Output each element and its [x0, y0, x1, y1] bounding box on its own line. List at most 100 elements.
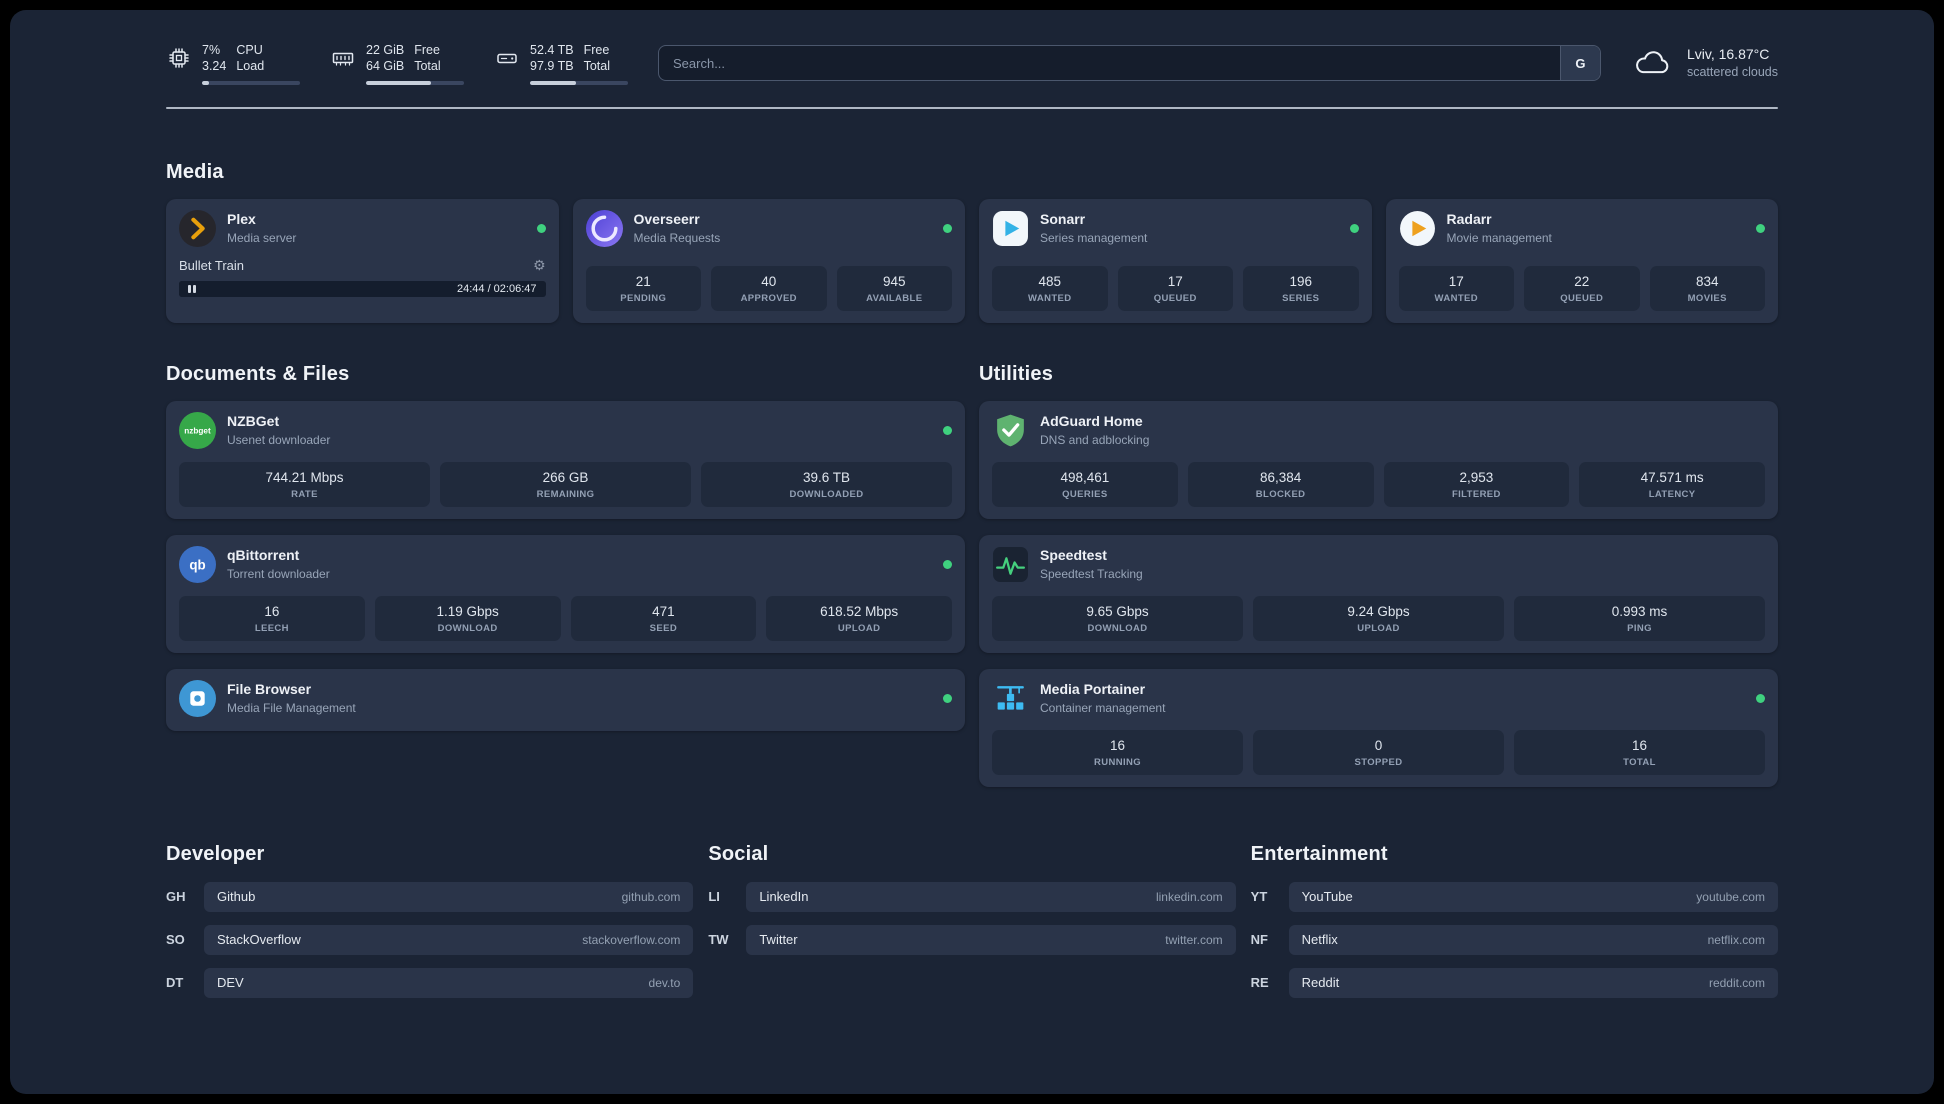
bookmark-link[interactable]: Github github.com [204, 881, 694, 912]
section-title-entertainment: Entertainment [1250, 842, 1388, 865]
stat-value: 39.6 TB [802, 469, 851, 485]
portainer-icon [992, 680, 1029, 717]
bookmark-link[interactable]: Netflix netflix.com [1288, 924, 1778, 955]
bookmark-url: linkedin.com [1155, 889, 1223, 904]
service-subtitle: Speedtest Tracking [1040, 566, 1143, 581]
card-header: File Browser Media File Management [179, 679, 952, 717]
stat-label: MOVIES [1687, 292, 1727, 304]
service-card-speedtest[interactable]: Speedtest Speedtest Tracking 9.65 Gbps D… [979, 534, 1778, 653]
radarr-icon [1399, 210, 1436, 247]
section-documents: Documents & Files nzbget NZBGet Usenet d… [166, 363, 965, 787]
plex-player: 24:44 / 02:06:47 [179, 280, 546, 297]
card-titles: Plex Media server [227, 211, 296, 245]
dashboard: 7% 3.24 CPU Load 22 GiB 64 GiB Free Tota… [10, 10, 1934, 1094]
stat-downloaded: 39.6 TB DOWNLOADED [701, 461, 952, 507]
service-card-adguard[interactable]: AdGuard Home DNS and adblocking 498,461 … [979, 400, 1778, 519]
bookmark-link[interactable]: DEV dev.to [204, 967, 694, 998]
service-name: Media Portainer [1040, 680, 1146, 697]
service-subtitle: Container management [1040, 700, 1166, 715]
stat-value: 86,384 [1259, 469, 1302, 485]
bookmark-url: netflix.com [1707, 932, 1765, 947]
bookmark-link[interactable]: StackOverflow stackoverflow.com [204, 924, 694, 955]
bookmark-url: stackoverflow.com [582, 932, 681, 947]
disk-label-bottom: Total [583, 59, 610, 74]
stat-running: 16 RUNNING [992, 729, 1243, 775]
service-card-radarr[interactable]: Radarr Movie management 17 WANTED 22 QUE… [1385, 198, 1778, 323]
service-card-plex[interactable]: Plex Media server Bullet Train ⚙ 24:44 /… [166, 198, 559, 323]
bookmark-link[interactable]: LinkedIn linkedin.com [746, 881, 1236, 912]
bookmark-abbr: NF [1250, 932, 1268, 947]
status-dot [943, 693, 952, 703]
overseerr-stats: 21 PENDING 40 APPROVED 945 AVAILABLE [585, 253, 952, 311]
utilities-stack: AdGuard Home DNS and adblocking 498,461 … [979, 400, 1778, 787]
card-titles: Media Portainer Container management [1040, 681, 1165, 715]
ram-label-top: Free [414, 43, 440, 57]
bookmark-name: Github [217, 889, 256, 904]
stat-queued: 22 QUEUED [1524, 265, 1640, 311]
stat-value: 618.52 Mbps [820, 603, 899, 619]
stat-value: 945 [882, 273, 906, 289]
search-provider-button[interactable]: G [1559, 46, 1600, 81]
svg-text:qb: qb [189, 557, 205, 572]
stat-blocked: 86,384 BLOCKED [1187, 461, 1374, 507]
cpu-load-value: 3.24 [202, 59, 227, 74]
status-dot [943, 559, 952, 569]
pause-button[interactable] [179, 280, 205, 297]
stat-seed: 471 SEED [570, 595, 757, 641]
playback-time: 24:44 / 02:06:47 [456, 282, 537, 295]
service-subtitle: Media File Management [227, 700, 356, 715]
stat-stopped: 0 STOPPED [1253, 729, 1504, 775]
service-subtitle: Torrent downloader [227, 566, 330, 581]
stat-total: 16 TOTAL [1514, 729, 1765, 775]
stat-label: DOWNLOAD [437, 622, 498, 634]
gear-icon[interactable]: ⚙ [533, 258, 546, 272]
stat-wanted: 17 WANTED [1398, 265, 1514, 311]
nzbget-icon: nzbget [179, 411, 216, 449]
stat-label: BLOCKED [1255, 488, 1306, 500]
bookmark-url: youtube.com [1696, 889, 1765, 904]
section-title-documents: Documents & Files [166, 362, 350, 385]
status-dot [1756, 693, 1765, 703]
section-title-media: Media [166, 160, 224, 183]
card-titles: Radarr Movie management [1447, 211, 1552, 245]
stat-value: 16 [1631, 737, 1648, 753]
stat-rate: 744.21 Mbps RATE [179, 461, 430, 507]
service-card-overseerr[interactable]: Overseerr Media Requests 21 PENDING 40 A… [572, 198, 965, 323]
bookmark-link[interactable]: YouTube youtube.com [1288, 881, 1778, 912]
stat-label: WANTED [1028, 292, 1072, 304]
adguard-stats: 498,461 QUERIES 86,384 BLOCKED 2,953 FIL… [992, 449, 1765, 507]
stat-value: 9.24 Gbps [1347, 603, 1410, 619]
service-card-qbittorrent[interactable]: qb qBittorrent Torrent downloader 16 LEE… [166, 534, 965, 653]
bookmark-link[interactable]: Reddit reddit.com [1288, 967, 1778, 998]
speedtest-icon [992, 546, 1029, 583]
bookmark-abbr: RE [1250, 975, 1269, 990]
card-header: Plex Media server [179, 209, 546, 247]
bookmark-reddit: RE Reddit reddit.com [1250, 967, 1778, 998]
bookmark-list: YT YouTube youtube.com NF Netflix netfli… [1250, 881, 1778, 998]
stat-label: UPLOAD [1357, 622, 1400, 634]
search-input[interactable] [659, 46, 1560, 81]
service-card-nzbget[interactable]: nzbget NZBGet Usenet downloader 744.21 M… [166, 400, 965, 519]
card-header: Overseerr Media Requests [585, 209, 952, 247]
card-header: Radarr Movie management [1399, 210, 1765, 247]
section-title-utilities: Utilities [979, 362, 1054, 385]
stat-label: DOWNLOAD [1087, 622, 1148, 634]
cloud-icon [1631, 48, 1675, 78]
bookmark-name: StackOverflow [217, 932, 301, 947]
stat-label: AVAILABLE [866, 292, 923, 304]
bookmark-link[interactable]: Twitter twitter.com [746, 924, 1236, 955]
stat-label: PENDING [620, 292, 667, 304]
service-card-sonarr[interactable]: Sonarr Series management 485 WANTED 17 Q… [979, 198, 1372, 323]
ram-label-bottom: Total [414, 59, 441, 74]
bookmark-abbr: TW [708, 932, 729, 947]
stat-filtered: 2,953 FILTERED [1383, 461, 1570, 507]
bookmark-name: DEV [217, 975, 244, 990]
service-subtitle: Usenet downloader [227, 432, 331, 447]
stat-value: 17 [1167, 273, 1183, 289]
card-header: Media Portainer Container management [992, 680, 1765, 717]
stat-value: 196 [1289, 273, 1313, 289]
memory-icon [330, 45, 356, 71]
service-card-portainer[interactable]: Media Portainer Container management 16 … [979, 668, 1778, 787]
service-card-filebrowser[interactable]: File Browser Media File Management [166, 668, 965, 731]
stat-value: 40 [761, 273, 777, 289]
